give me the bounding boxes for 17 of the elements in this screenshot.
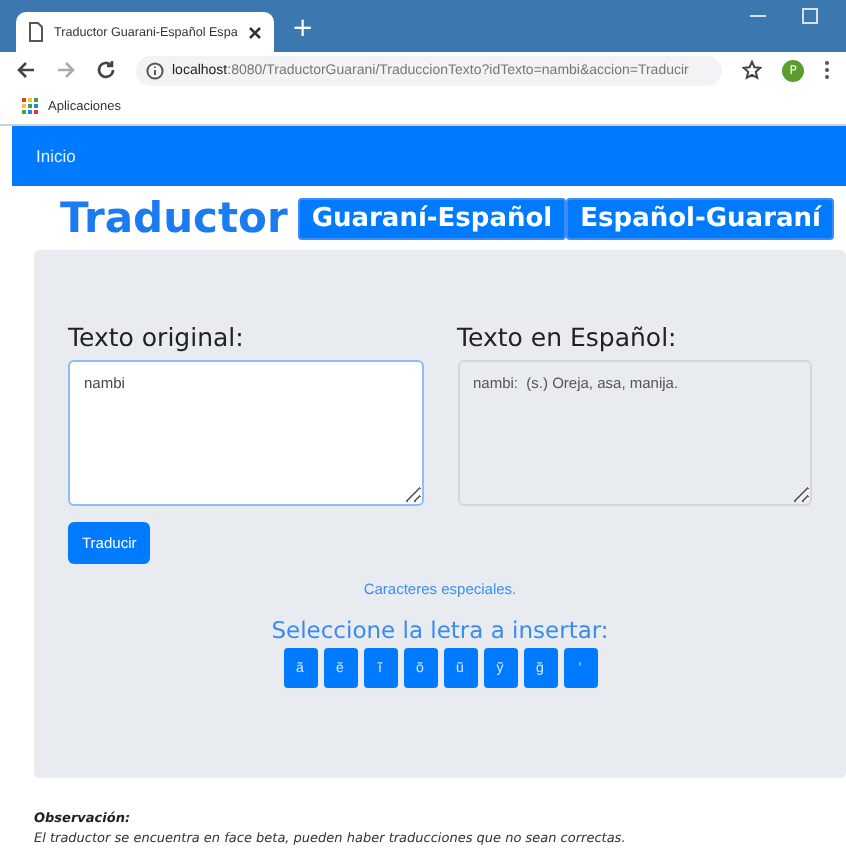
letters-heading: Seleccione la letra a insertar:	[271, 616, 609, 644]
source-label: Texto original:	[68, 322, 246, 352]
info-icon	[146, 61, 164, 79]
maximize-icon[interactable]	[802, 8, 818, 24]
back-icon[interactable]	[16, 60, 36, 80]
apps-icon	[22, 97, 40, 115]
reload-icon[interactable]	[96, 60, 116, 80]
target-label: Texto en Español:	[457, 322, 679, 352]
page-title: Traductor	[60, 194, 288, 242]
mode-button[interactable]: Guaraní-Español	[297, 197, 567, 239]
nav-link[interactable]: Inicio	[36, 146, 76, 166]
new-tab-button[interactable]: +	[291, 16, 314, 44]
menu-icon[interactable]	[824, 60, 830, 80]
mode-button[interactable]: Español-Guaraní	[566, 197, 835, 239]
star-icon[interactable]	[742, 60, 762, 80]
close-icon[interactable]	[247, 25, 262, 39]
page-icon	[28, 22, 44, 42]
